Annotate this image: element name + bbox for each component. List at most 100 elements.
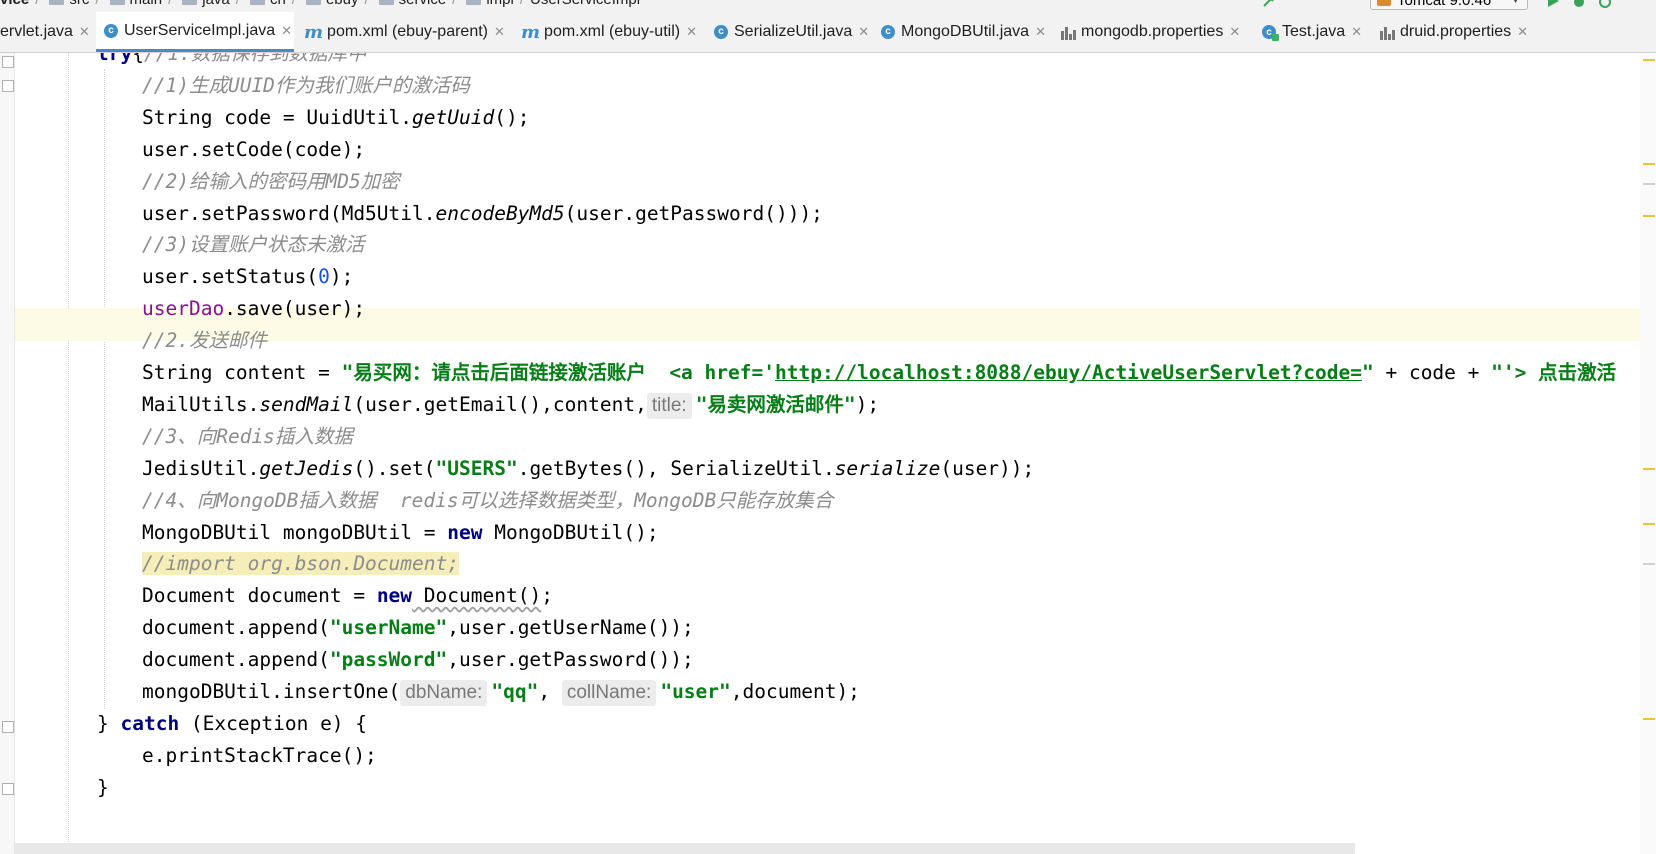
close-icon[interactable]: ✕ <box>1517 24 1528 40</box>
code-comment: //4、向MongoDB插入数据 redis可以选择数据类型，MongoDB只能… <box>142 488 834 512</box>
breadcrumb-item[interactable]: / ebuy <box>286 0 358 8</box>
fold-icon[interactable] <box>2 721 14 733</box>
debug-icon[interactable] <box>1572 0 1586 8</box>
code-token: (user)); <box>940 456 1035 480</box>
code-editor[interactable]: try{//1.数据保存到数据库中 //1)生成UUID作为我们账户的激活码 Str… <box>0 53 1656 854</box>
editor-tab[interactable]: c UserServiceImpl.java ✕ <box>96 12 294 52</box>
breadcrumb-item[interactable]: / impl <box>446 0 514 8</box>
breadcrumb-item[interactable]: / java <box>162 0 230 8</box>
code-token: JedisUtil. <box>142 456 260 480</box>
breadcrumb-item[interactable]: / service <box>358 0 446 8</box>
warning-marker[interactable] <box>1643 59 1655 61</box>
code-token: getJedis <box>259 456 354 480</box>
breadcrumb-label: UserServiceImpl <box>530 0 640 8</box>
code-token: ,user.getUserName()); <box>447 616 694 640</box>
code-token: Document document = <box>142 584 377 608</box>
error-stripe <box>1640 53 1656 854</box>
breadcrumb-item[interactable]: / main <box>89 0 162 8</box>
folder-icon <box>49 0 65 5</box>
warning-marker[interactable] <box>1643 163 1655 165</box>
code-line: //1)生成UUID作为我们账户的激活码 <box>142 70 470 102</box>
indent-guide <box>104 69 105 709</box>
string-literal: "'> 点击激活 <box>1491 361 1617 384</box>
tab-label: mongodb.properties <box>1081 23 1224 40</box>
breadcrumb-label: impl <box>486 0 514 8</box>
horizontal-scrollbar[interactable] <box>15 843 1355 854</box>
tab-label: UserServiceImpl.java <box>124 21 276 39</box>
close-icon[interactable]: ✕ <box>1035 24 1046 40</box>
java-class-icon: c <box>714 25 728 39</box>
breadcrumb-item[interactable]: vice <box>0 0 29 8</box>
code-token: user.setPassword(Md5Util. <box>142 201 436 225</box>
keyword: new <box>376 584 413 608</box>
tab-label: pom.xml (ebuy-util) <box>544 23 681 40</box>
editor-tab[interactable]: mongodb.properties ✕ <box>1053 12 1252 52</box>
code-token: { <box>132 53 144 65</box>
breadcrumb-label: src <box>69 0 89 8</box>
code-line: String content = "易买网：请点击后面链接激活账户 <a hre… <box>142 357 1616 389</box>
code-line: //4、向MongoDB插入数据 redis可以选择数据类型，MongoDB只能… <box>142 485 833 517</box>
run-configuration-label: Tomcat 9.0.46 <box>1397 0 1492 9</box>
breadcrumb-separator: / <box>168 0 172 8</box>
close-icon[interactable]: ✕ <box>281 23 292 39</box>
code-token: user.setCode(code); <box>142 137 366 161</box>
code-line: MongoDBUtil mongoDBUtil = new MongoDBUti… <box>142 517 659 549</box>
chevron-down-icon: ▼ <box>1510 0 1521 6</box>
close-icon[interactable]: ✕ <box>858 24 869 40</box>
indent-guide <box>68 53 69 854</box>
warning-marker[interactable] <box>1643 215 1655 217</box>
code-line: //import org.bson.Document; <box>142 548 459 580</box>
warning-marker[interactable] <box>1643 468 1655 470</box>
editor-tab[interactable]: c SerializeUtil.java ✕ <box>706 12 871 52</box>
code-line: user.setCode(code); <box>142 134 365 166</box>
editor-tab-bar: ervlet.java ✕ c UserServiceImpl.java ✕ m pom.x… <box>0 12 1656 53</box>
code-line: user.setPassword(Md5Util.encodeByMd5(use… <box>142 198 823 230</box>
code-token: .save(user); <box>224 297 366 321</box>
run-configuration-select[interactable]: Tomcat 9.0.46 ▼ <box>1370 0 1528 10</box>
code-token: Document() <box>412 584 542 608</box>
code-token: } <box>97 711 121 735</box>
info-marker[interactable] <box>1643 183 1655 185</box>
editor-tab[interactable]: c Test.java ✕ <box>1254 12 1370 52</box>
folder-icon <box>109 0 125 5</box>
editor-tab[interactable]: ervlet.java ✕ <box>0 12 94 52</box>
breadcrumb-separator: / <box>95 0 99 8</box>
tomcat-icon <box>1377 0 1391 6</box>
fold-icon[interactable] <box>2 783 14 795</box>
run-icon[interactable] <box>1546 0 1560 8</box>
editor-tab[interactable]: c MongoDBUtil.java ✕ <box>873 12 1051 52</box>
fold-icon[interactable] <box>2 80 14 92</box>
coverage-icon[interactable] <box>1598 0 1612 8</box>
code-token: sendMail <box>259 392 354 416</box>
warning-marker[interactable] <box>1643 718 1655 720</box>
breadcrumb-item[interactable]: / cn <box>230 0 286 8</box>
close-icon[interactable]: ✕ <box>1351 24 1362 40</box>
code-token: user.setStatus( <box>142 265 319 289</box>
breadcrumb-item[interactable]: / src <box>29 0 89 8</box>
close-icon[interactable]: ✕ <box>494 24 505 40</box>
fold-icon[interactable] <box>2 56 14 68</box>
warning-marker[interactable] <box>1643 523 1655 525</box>
breadcrumb-item[interactable]: / UserServiceImpl <box>514 0 640 8</box>
breadcrumb-label: service <box>399 0 447 8</box>
code-line: //2)给输入的密码用MD5加密 <box>142 166 400 198</box>
code-line: JedisUtil.getJedis().set("USERS".getByte… <box>142 453 1034 485</box>
close-icon[interactable]: ✕ <box>1229 24 1240 40</box>
properties-file-icon <box>1380 25 1395 40</box>
breadcrumb-label: vice <box>0 0 29 8</box>
code-line: user.setStatus(0); <box>142 261 353 293</box>
close-icon[interactable]: ✕ <box>686 24 697 40</box>
info-marker[interactable] <box>1643 563 1655 565</box>
keyword: new <box>447 520 483 544</box>
editor-tab[interactable]: druid.properties ✕ <box>1372 12 1532 52</box>
editor-tab[interactable]: m pom.xml (ebuy-util) ✕ <box>513 12 704 52</box>
tab-label: ervlet.java <box>0 23 73 40</box>
editor-tab[interactable]: m pom.xml (ebuy-parent) ✕ <box>296 12 511 52</box>
code-token: ); <box>855 392 880 416</box>
breadcrumb-label: cn <box>270 0 286 8</box>
hammer-icon[interactable] <box>1262 0 1276 8</box>
code-token: ,user.getPassword()); <box>447 648 694 672</box>
close-icon[interactable]: ✕ <box>79 24 90 40</box>
code-line: document.append("passWord",user.getPassw… <box>142 644 694 676</box>
code-comment: //3、向Redis插入数据 <box>142 424 353 448</box>
